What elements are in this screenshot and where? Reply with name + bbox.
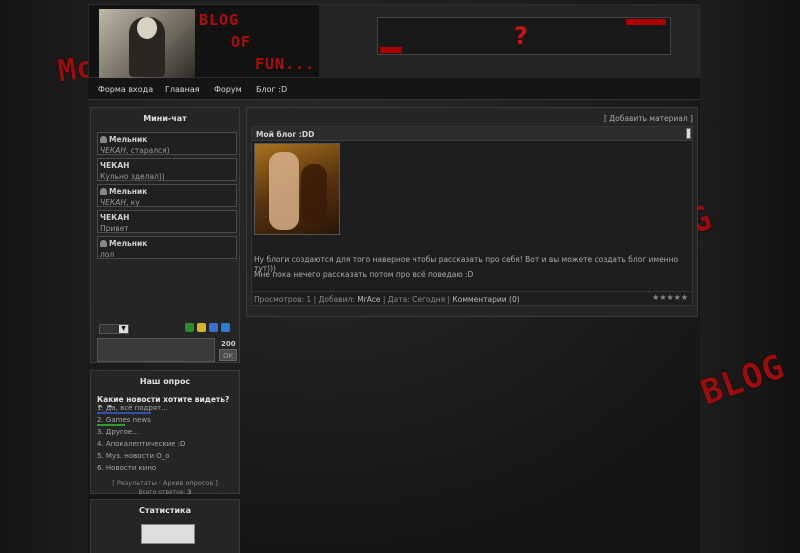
post-image[interactable]: [254, 143, 340, 235]
chat-text: ЧЕКАН, ку: [100, 198, 140, 207]
poll-option[interactable]: 4. Апокалептические :D: [97, 440, 185, 448]
poll-option[interactable]: 3. Другое...: [97, 428, 139, 436]
statistics-panel: Статистика: [90, 499, 240, 553]
post-comments-link[interactable]: Комментарии (0): [452, 295, 519, 304]
post-title[interactable]: Мой блог :DD: [256, 130, 314, 139]
poll-total: Всего ответов: 3: [138, 489, 192, 496]
chat-message: Мельник ЧЕКАН, старался): [97, 132, 237, 155]
chat-author[interactable]: ЧЕКАН: [100, 161, 234, 170]
chat-message: Мельник лол: [97, 236, 237, 259]
nav-login-form[interactable]: Форма входа: [98, 85, 153, 94]
logo-text-2: OF: [231, 33, 252, 51]
mini-chat-panel: Мини-чат Мельник ЧЕКАН, старался) ЧЕКАН …: [90, 107, 240, 363]
header-banner[interactable]: ?: [377, 17, 671, 55]
user-icon: [100, 188, 107, 195]
image-figure: [269, 152, 299, 230]
chat-ok-button[interactable]: OK: [219, 349, 237, 361]
chat-author[interactable]: Мельник: [100, 239, 234, 248]
poll-option[interactable]: 1. Да, всё подрят...: [97, 404, 168, 412]
post-marker: [686, 128, 691, 139]
blog-post: Мой блог :DD Ну блоги создаются для того…: [251, 126, 693, 306]
site-wrapper: BLOG OF FUN... ? Форма входа Главная Фор…: [88, 4, 700, 553]
main-nav: Форма входа Главная Форум Блог :D: [88, 78, 700, 100]
banner-tag: [626, 19, 666, 25]
chat-author[interactable]: Мельник: [100, 135, 234, 144]
poll-option[interactable]: 5. Муз. новости О_о: [97, 452, 170, 460]
main-content: [ Добавить материал ] Мой блог :DD Ну бл…: [246, 107, 698, 317]
chat-message: ЧЕКАН Кульно зделал)): [97, 158, 237, 181]
poll-result-bar: [97, 412, 151, 414]
chat-message: Мельник ЧЕКАН, ку: [97, 184, 237, 207]
add-material-link[interactable]: [ Добавить материал ]: [604, 114, 693, 123]
chat-text: Кульно зделал)): [100, 172, 165, 181]
image-figure: [301, 164, 327, 224]
refresh-icon[interactable]: [185, 323, 194, 332]
poll-option[interactable]: 6. Новости кино: [97, 464, 156, 472]
post-author-link[interactable]: MrAce: [357, 295, 380, 304]
post-body: Мне пока нечего рассказать потом про всё…: [254, 270, 474, 279]
poll-title: Наш опрос: [139, 377, 191, 386]
poll-panel: Наш опрос Какие новости хотите видеть? ^…: [90, 370, 240, 496]
right-background: [700, 0, 800, 553]
chat-message-input[interactable]: [97, 338, 215, 362]
smiley-icon[interactable]: [197, 323, 206, 332]
chat-text: лол: [100, 250, 115, 259]
bbcode-icon[interactable]: [209, 323, 218, 332]
site-header: BLOG OF FUN... ?: [88, 4, 700, 79]
nav-blog[interactable]: Блог :D: [256, 85, 287, 94]
chat-message: ЧЕКАН Привет: [97, 210, 237, 233]
rating-stars[interactable]: ★★★★★: [652, 293, 688, 302]
chat-text: ЧЕКАН, старался): [100, 146, 170, 155]
nav-home[interactable]: Главная: [165, 85, 200, 94]
counter-row: [142, 537, 194, 543]
banner-tag-small: [380, 47, 402, 53]
logo-text-3: FUN...: [255, 55, 316, 73]
poll-results-archive-links[interactable]: [ Результаты · Архив опросов ]: [91, 479, 239, 487]
chat-toolbar: ▼: [97, 322, 237, 334]
mini-chat-title: Мини-чат: [143, 114, 187, 123]
user-icon: [100, 136, 107, 143]
logo-text-1: BLOG: [199, 11, 240, 29]
chat-char-counter: 200: [221, 340, 236, 348]
user-icon: [100, 240, 107, 247]
statistics-title: Статистика: [139, 506, 191, 515]
poll-result-bar: [97, 424, 125, 426]
post-meta: Просмотров: 1 | Добавил: MrAce | Дата: С…: [252, 291, 692, 305]
nav-forum[interactable]: Форум: [214, 85, 242, 94]
logo-photo: [99, 9, 195, 79]
chat-text: Привет: [100, 224, 129, 233]
post-header: Мой блог :DD: [252, 127, 692, 141]
chat-format-select[interactable]: ▼: [99, 324, 129, 334]
chat-author[interactable]: Мельник: [100, 187, 234, 196]
chevron-down-icon: ▼: [119, 325, 128, 333]
chat-author[interactable]: ЧЕКАН: [100, 213, 234, 222]
visitor-counter: [141, 524, 195, 544]
poll-option[interactable]: 2. Games news: [97, 416, 151, 424]
photo-face: [137, 17, 157, 39]
banner-question-mark: ?: [514, 22, 528, 50]
help-icon[interactable]: [221, 323, 230, 332]
